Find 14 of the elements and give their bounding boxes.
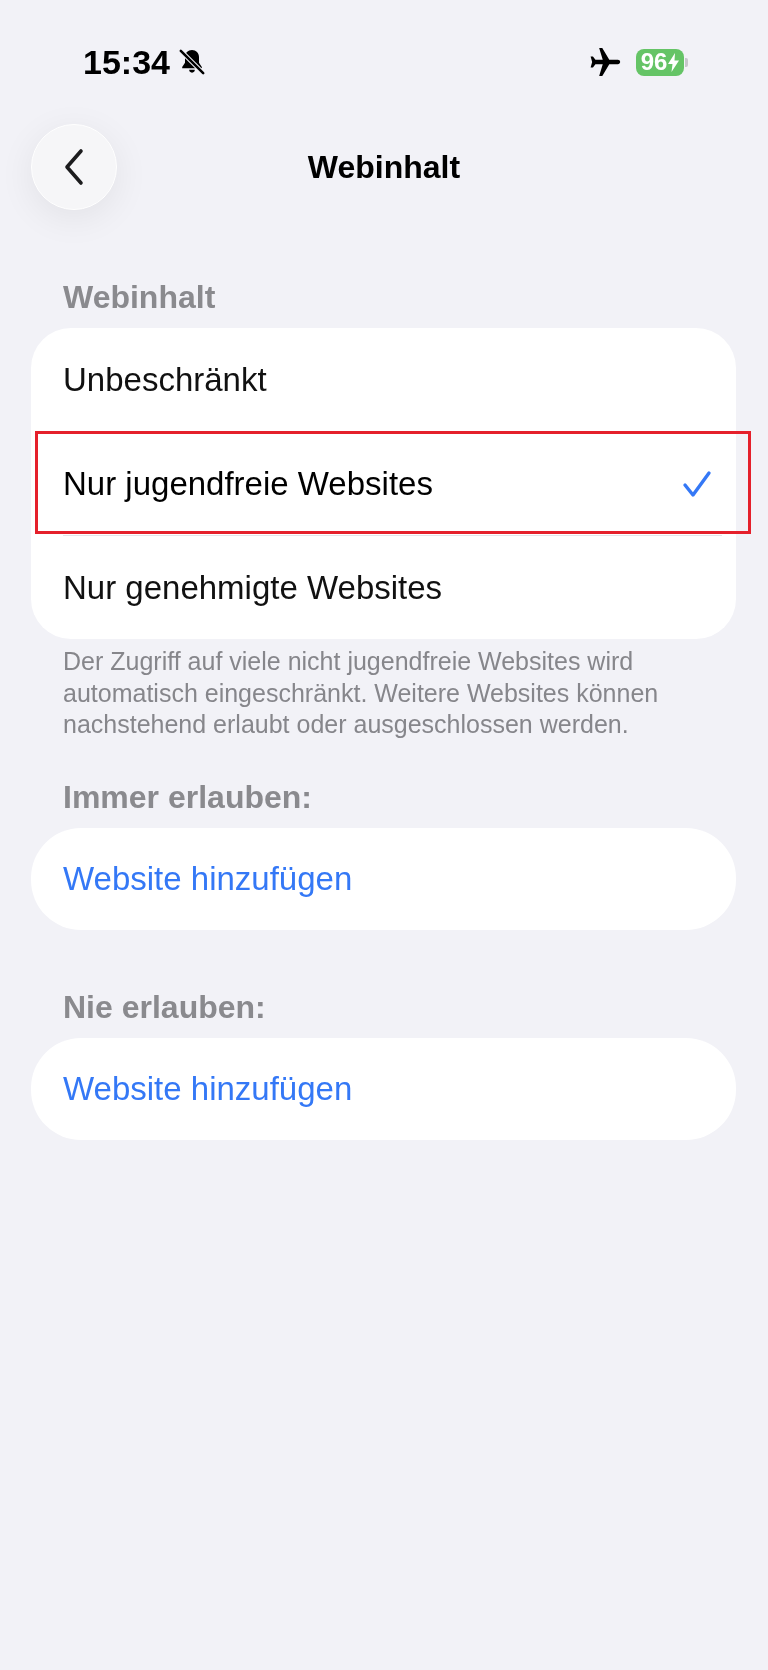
checkmark-icon bbox=[682, 469, 712, 498]
option-row[interactable]: Nur jugendfreie Websites bbox=[31, 432, 736, 535]
section-header: Nie erlauben: bbox=[62, 990, 267, 1023]
chevron-left-icon bbox=[62, 148, 86, 186]
section-header: Webinhalt bbox=[62, 281, 217, 313]
add-website-button[interactable]: Website hinzufügen bbox=[31, 827, 736, 930]
section-header: Immer erlauben: bbox=[62, 780, 313, 813]
page-title: Webinhalt bbox=[307, 151, 461, 183]
section-footer: Der Zugriff auf viele nicht jugendfreie Websites wird automatisch eingeschränkt. Weitere Websites können nachstehend erlaubt oder ausgeschlossen werden. bbox=[31, 646, 736, 741]
status-time: 15:34 bbox=[83, 45, 170, 79]
option-row[interactable]: Nur genehmigte Websites bbox=[31, 536, 736, 639]
option-row[interactable]: Unbeschränkt bbox=[31, 328, 736, 431]
add-website-button[interactable]: Website hinzufügen bbox=[31, 1037, 736, 1140]
battery-percentage: 96 bbox=[640, 50, 668, 74]
